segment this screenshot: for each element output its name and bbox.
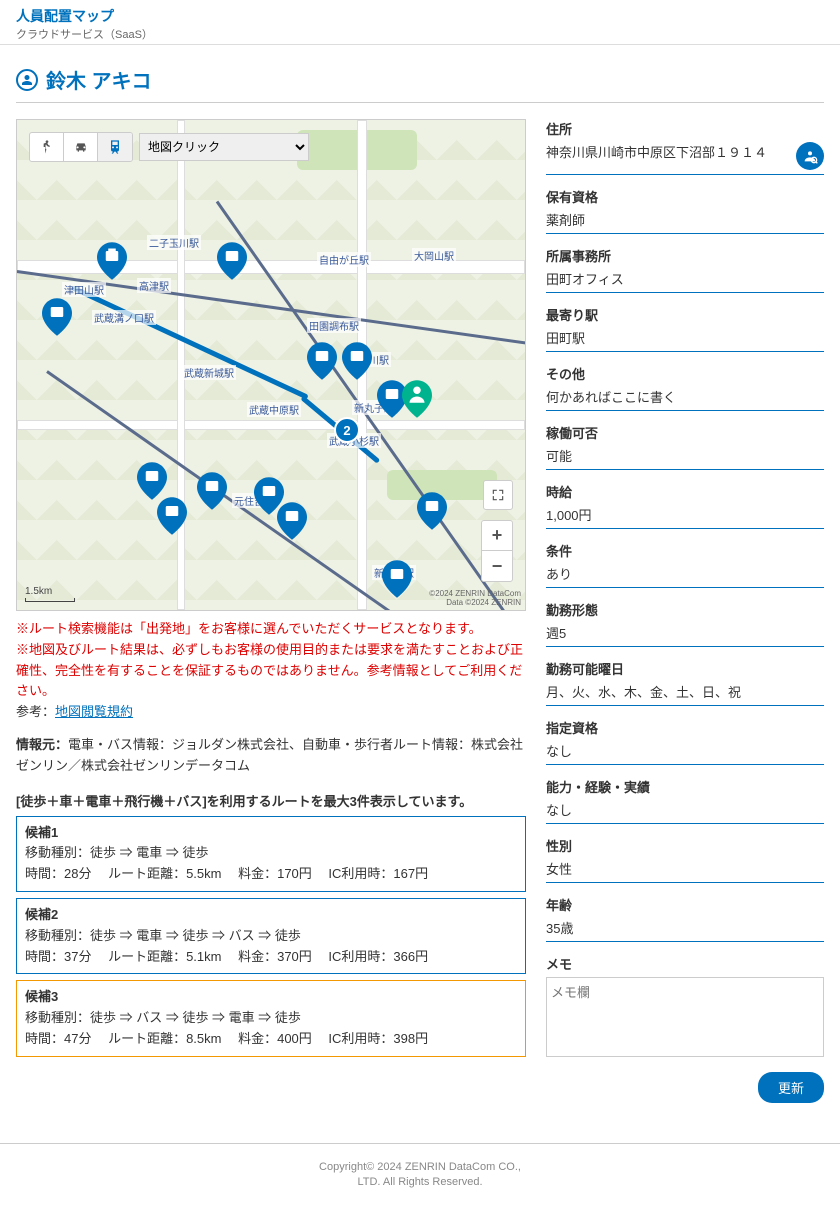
station-label: 自由が丘駅 [317, 252, 371, 267]
map-pin[interactable] [157, 497, 187, 535]
map-pin[interactable] [382, 560, 412, 598]
station-label: 高津駅 [137, 278, 171, 293]
days-label: 勤務可能曜日 [546, 659, 824, 678]
map-canvas[interactable]: 二子玉川駅 自由が丘駅 大岡山駅 津田山駅 高津駅 武蔵溝ノ口駅 田園調布駅 多… [16, 119, 526, 611]
cert-value: 薬剤師 [546, 210, 824, 234]
candidate-mode: 移動種別：徒歩 ⇒ 電車 ⇒ 徒歩 [25, 843, 517, 864]
other-value: 何かあればここに書く [546, 387, 824, 411]
notice-block: ※ルート検索機能は「出発地」をお客様に選んでいただくサービスとなります。 ※地図… [16, 619, 526, 777]
cert-label: 保有資格 [546, 187, 824, 206]
station-label: 武蔵中原駅 [247, 402, 301, 417]
zoom-in-button[interactable]: + [482, 521, 512, 551]
footer: Copyright© 2024 ZENRIN DataCom CO.,LTD. … [0, 1143, 840, 1221]
candidate-mode: 移動種別：徒歩 ⇒ 電車 ⇒ 徒歩 ⇒ バス ⇒ 徒歩 [25, 926, 517, 947]
person-name: 鈴木 アキコ [46, 65, 152, 94]
mode-car-button[interactable] [64, 133, 98, 161]
map-pin-person[interactable] [402, 380, 432, 418]
zoom-out-button[interactable]: − [482, 551, 512, 581]
address-label: 住所 [546, 119, 824, 138]
map-pin[interactable] [137, 462, 167, 500]
office-label: 所属事務所 [546, 246, 824, 265]
gender-value: 女性 [546, 859, 824, 883]
address-value: 神奈川県川崎市中原区下沼部１９１４ [546, 142, 788, 161]
station-label: 大岡山駅 [412, 248, 456, 263]
cond-label: 条件 [546, 541, 824, 560]
source-text: 電車・バス情報：ジョルダン株式会社、自動車・歩行者ルート情報：株式会社ゼンリン／… [16, 737, 523, 773]
route-candidate-3[interactable]: 候補3 移動種別：徒歩 ⇒ バス ⇒ 徒歩 ⇒ 電車 ⇒ 徒歩 時間：47分 ル… [16, 980, 526, 1056]
ref-label: 参考： [16, 704, 55, 719]
station-label: 津田山駅 [62, 282, 106, 297]
zoom-control: + − [481, 520, 513, 582]
other-label: その他 [546, 364, 824, 383]
candidate-mode: 移動種別：徒歩 ⇒ バス ⇒ 徒歩 ⇒ 電車 ⇒ 徒歩 [25, 1008, 517, 1029]
days-value: 月、火、水、木、金、土、日、祝 [546, 682, 824, 706]
map-terms-link[interactable]: 地図閲覧規約 [55, 704, 133, 719]
map-attribution: ©2024 ZENRIN DataComData ©2024 ZENRIN [429, 590, 521, 608]
memo-textarea[interactable] [546, 977, 824, 1057]
person-icon [16, 69, 38, 91]
memo-label: メモ [546, 954, 824, 973]
candidate-title: 候補2 [25, 905, 517, 926]
station-label: 最寄り駅 [546, 305, 824, 324]
candidate-detail: 時間：28分 ルート距離：5.5km 料金：170円 IC利用時：167円 [25, 864, 517, 885]
map-pin[interactable] [42, 298, 72, 336]
mode-train-button[interactable] [98, 133, 132, 161]
skill-label: 能力・経験・実績 [546, 777, 824, 796]
candidate-title: 候補1 [25, 823, 517, 844]
wage-value: 1,000円 [546, 505, 824, 529]
station-value: 田町駅 [546, 328, 824, 352]
map-pin[interactable] [277, 502, 307, 540]
map-pin[interactable] [97, 242, 127, 280]
travel-mode-group [29, 132, 133, 162]
map-cluster[interactable]: 2 [334, 417, 360, 443]
station-label: 二子玉川駅 [147, 235, 201, 250]
station-label: 武蔵新城駅 [182, 365, 236, 380]
candidate-detail: 時間：47分 ルート距離：8.5km 料金：400円 IC利用時：398円 [25, 1029, 517, 1050]
app-subtitle: クラウドサービス（SaaS） [16, 26, 824, 42]
update-button[interactable]: 更新 [758, 1072, 824, 1103]
app-header: 人員配置マップ クラウドサービス（SaaS） [0, 0, 840, 45]
reqcert-value: なし [546, 741, 824, 765]
reqcert-label: 指定資格 [546, 718, 824, 737]
avail-label: 稼働可否 [546, 423, 824, 442]
office-value: 田町オフィス [546, 269, 824, 293]
map-pin[interactable] [217, 242, 247, 280]
person-header: 鈴木 アキコ [16, 65, 824, 103]
source-label: 情報元： [16, 737, 68, 752]
route-candidate-1[interactable]: 候補1 移動種別：徒歩 ⇒ 電車 ⇒ 徒歩 時間：28分 ルート距離：5.5km… [16, 816, 526, 892]
map-pin[interactable] [307, 342, 337, 380]
map-mode-select[interactable]: 地図クリック [139, 133, 309, 161]
fullscreen-button[interactable] [483, 480, 513, 510]
form-label: 勤務形態 [546, 600, 824, 619]
locate-icon[interactable] [796, 142, 824, 170]
candidate-title: 候補3 [25, 987, 517, 1008]
notice-line: ※地図及びルート結果は、必ずしもお客様の使用目的または要求を満たすことおよび正確… [16, 640, 526, 702]
station-label: 田園調布駅 [307, 318, 361, 333]
map-scale: 1.5km [25, 586, 75, 602]
candidate-detail: 時間：37分 ルート距離：5.1km 料金：370円 IC利用時：366円 [25, 947, 517, 968]
mode-walk-button[interactable] [30, 133, 64, 161]
gender-label: 性別 [546, 836, 824, 855]
map-pin[interactable] [342, 342, 372, 380]
station-label: 武蔵溝ノ口駅 [92, 310, 156, 325]
cond-value: あり [546, 564, 824, 588]
notice-line: ※ルート検索機能は「出発地」をお客様に選んでいただくサービスとなります。 [16, 619, 526, 640]
app-title: 人員配置マップ [16, 6, 824, 26]
avail-value: 可能 [546, 446, 824, 470]
form-value: 週5 [546, 623, 824, 647]
skill-value: なし [546, 800, 824, 824]
map-pin[interactable] [197, 472, 227, 510]
route-list-header: [徒歩＋車＋電車＋飛行機＋バス]を利用するルートを最大3件表示しています。 [16, 791, 526, 810]
age-label: 年齢 [546, 895, 824, 914]
wage-label: 時給 [546, 482, 824, 501]
route-candidate-2[interactable]: 候補2 移動種別：徒歩 ⇒ 電車 ⇒ 徒歩 ⇒ バス ⇒ 徒歩 時間：37分 ル… [16, 898, 526, 974]
age-value: 35歳 [546, 918, 824, 942]
map-pin[interactable] [417, 492, 447, 530]
